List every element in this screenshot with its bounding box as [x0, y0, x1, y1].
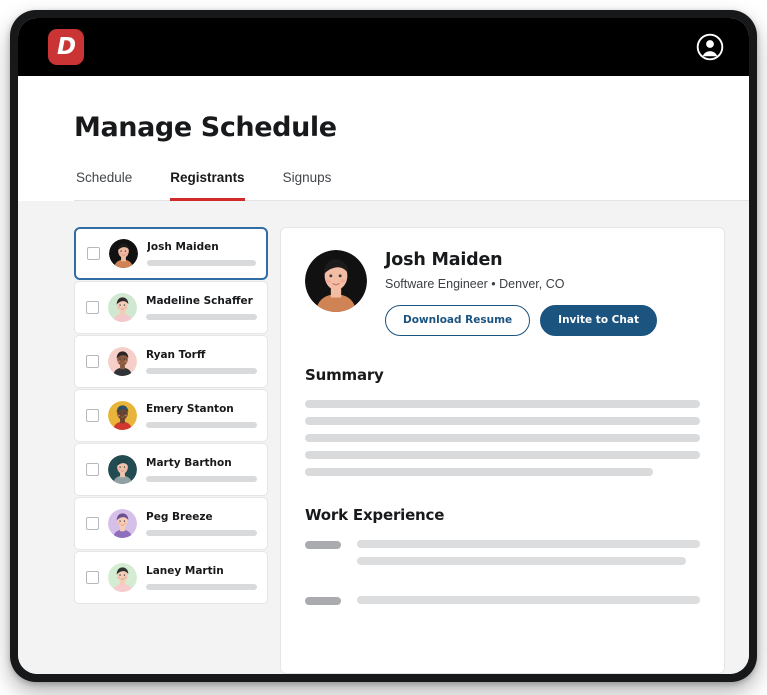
work-experience-placeholder-bar	[357, 539, 700, 548]
invite-to-chat-button[interactable]: Invite to Chat	[540, 305, 657, 336]
work-experience-placeholder-bar	[357, 595, 700, 604]
tab-bar: Schedule Registrants Signups	[74, 170, 749, 201]
registrant-detail-placeholder-bar	[146, 584, 257, 590]
registrant-name: Josh Maiden	[147, 241, 219, 253]
registrant-row[interactable]: Peg Breeze	[74, 497, 268, 550]
work-experience-date-placeholder	[305, 596, 341, 605]
summary-placeholder-bar	[305, 450, 700, 459]
registrant-list: Josh Maiden Madeline Schaffer Ryan Torff Em…	[74, 227, 268, 674]
registrant-avatar	[108, 455, 137, 484]
profile-header: Josh Maiden Software Engineer • Denver, …	[305, 250, 700, 336]
tab-schedule[interactable]: Schedule	[76, 170, 132, 201]
registrant-detail-panel: Josh Maiden Software Engineer • Denver, …	[280, 227, 725, 674]
registrant-checkbox[interactable]	[87, 247, 100, 260]
tab-signups[interactable]: Signups	[283, 170, 332, 201]
main-content-area: Josh Maiden Madeline Schaffer Ryan Torff Em…	[18, 201, 749, 674]
user-circle-icon[interactable]	[695, 32, 725, 62]
summary-placeholder-lines	[305, 399, 700, 476]
registrant-detail-placeholder-bar	[146, 476, 257, 482]
registrant-avatar	[108, 401, 137, 430]
brand-logo-letter: D	[56, 33, 76, 60]
registrant-detail-placeholder-bar	[146, 422, 257, 428]
registrant-row[interactable]: Madeline Schaffer	[74, 281, 268, 334]
tab-registrants[interactable]: Registrants	[170, 170, 245, 201]
page-title: Manage Schedule	[74, 112, 337, 143]
registrant-avatar	[108, 509, 137, 538]
summary-placeholder-bar	[305, 416, 700, 425]
registrant-name: Emery Stanton	[146, 403, 234, 415]
top-navigation-bar: D	[18, 18, 749, 76]
registrant-avatar	[108, 293, 137, 322]
registrant-avatar	[109, 239, 138, 268]
registrant-name: Marty Barthon	[146, 457, 232, 469]
registrant-name: Madeline Schaffer	[146, 295, 253, 307]
registrant-checkbox[interactable]	[86, 517, 99, 530]
registrant-detail-placeholder-bar	[146, 368, 257, 374]
profile-avatar	[305, 250, 367, 312]
registrant-row[interactable]: Emery Stanton	[74, 389, 268, 442]
brand-logo[interactable]: D	[48, 29, 84, 65]
registrant-detail-placeholder-bar	[146, 530, 257, 536]
profile-action-buttons: Download Resume Invite to Chat	[385, 305, 657, 336]
registrant-checkbox[interactable]	[86, 571, 99, 584]
work-experience-entries	[305, 539, 700, 613]
registrant-checkbox[interactable]	[86, 409, 99, 422]
registrant-row[interactable]: Marty Barthon	[74, 443, 268, 496]
profile-meta: Software Engineer • Denver, CO	[385, 277, 565, 291]
registrant-name: Ryan Torff	[146, 349, 206, 361]
registrant-row[interactable]: Laney Martin	[74, 551, 268, 604]
registrant-avatar	[108, 347, 137, 376]
summary-placeholder-bar	[305, 433, 700, 442]
page-header: Manage Schedule Schedule Registrants Sig…	[18, 76, 749, 201]
summary-placeholder-bar	[305, 399, 700, 408]
work-experience-placeholder-bar	[357, 556, 687, 565]
registrant-detail-placeholder-bar	[147, 260, 256, 266]
work-experience-date-placeholder	[305, 540, 341, 549]
summary-placeholder-bar	[305, 467, 653, 476]
profile-name: Josh Maiden	[385, 250, 503, 270]
work-experience-section-title: Work Experience	[305, 505, 445, 524]
registrant-row[interactable]: Josh Maiden	[74, 227, 268, 280]
download-resume-button[interactable]: Download Resume	[385, 305, 531, 336]
registrant-name: Peg Breeze	[146, 511, 213, 523]
work-experience-entry	[305, 539, 700, 574]
registrant-avatar	[108, 563, 137, 592]
registrant-name: Laney Martin	[146, 565, 224, 577]
registrant-checkbox[interactable]	[86, 463, 99, 476]
registrant-checkbox[interactable]	[86, 301, 99, 314]
registrant-row[interactable]: Ryan Torff	[74, 335, 268, 388]
summary-section-title: Summary	[305, 365, 384, 384]
registrant-checkbox[interactable]	[86, 355, 99, 368]
work-experience-entry	[305, 595, 700, 613]
app-screen: D Manage Schedule Schedule Registrants S…	[18, 18, 749, 674]
device-frame: D Manage Schedule Schedule Registrants S…	[10, 10, 757, 682]
registrant-detail-placeholder-bar	[146, 314, 257, 320]
